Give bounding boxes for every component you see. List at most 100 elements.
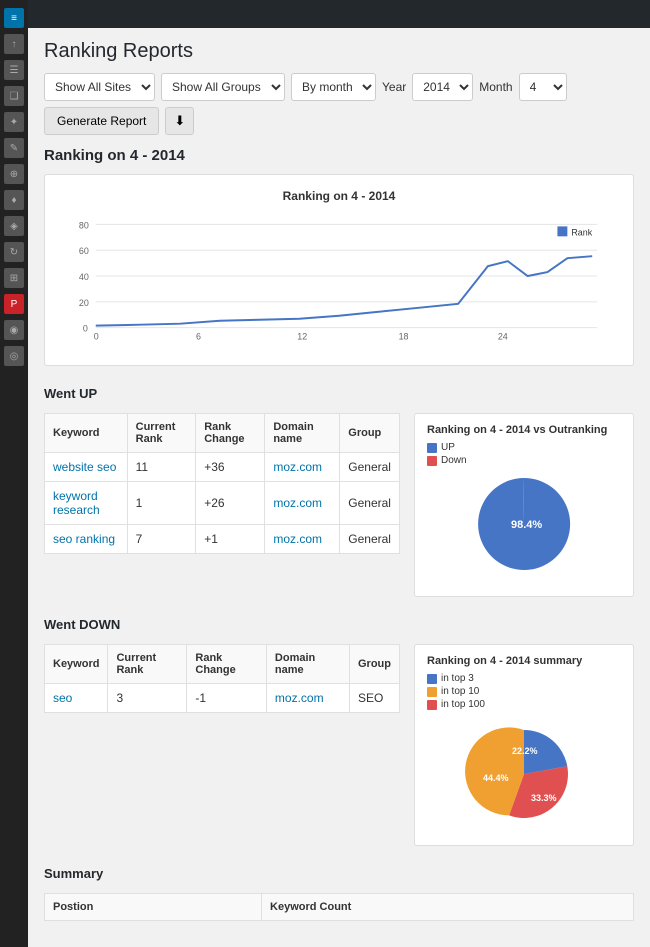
legend-down-label: Down	[441, 455, 467, 466]
sidebar-icon-pages[interactable]: ❏	[4, 86, 24, 106]
cell-change: -1	[187, 684, 267, 713]
pie-summary-col: Ranking on 4 - 2014 summary in top 3 in …	[414, 644, 634, 846]
sidebar-icon-diamond[interactable]: ♦	[4, 190, 24, 210]
cell-domain: moz.com	[266, 684, 349, 713]
summary-table: Postion Keyword Count	[44, 893, 634, 921]
sidebar-icon-circle[interactable]: ◉	[4, 320, 24, 340]
cell-change: +1	[196, 525, 265, 554]
cell-domain: moz.com	[265, 482, 340, 525]
col-domain-down: Domain name	[266, 645, 349, 684]
svg-text:6: 6	[196, 332, 201, 342]
sidebar-icon-edit[interactable]: ✎	[4, 138, 24, 158]
cell-rank: 3	[108, 684, 187, 713]
sidebar-icon-user[interactable]: ◈	[4, 216, 24, 236]
cell-domain: moz.com	[265, 525, 340, 554]
went-down-table-col: Keyword Current Rank Rank Change Domain …	[44, 644, 400, 846]
svg-text:60: 60	[79, 246, 89, 256]
sidebar-icon-menu[interactable]: ☰	[4, 60, 24, 80]
svg-text:40: 40	[79, 272, 89, 282]
legend-top100-dot	[427, 700, 437, 710]
table-row: seo ranking 7 +1 moz.com General	[45, 525, 400, 554]
cell-keyword: website seo	[45, 453, 128, 482]
went-up-section: Went UP Keyword Current Rank Rank Change…	[44, 380, 634, 597]
line-chart-svg: 80 60 40 20 0 0 6 12 18 24	[61, 211, 617, 351]
went-down-header-row: Keyword Current Rank Rank Change Domain …	[45, 645, 400, 684]
col-current-rank-up: Current Rank	[127, 414, 196, 453]
went-down-table: Keyword Current Rank Rank Change Domain …	[44, 644, 400, 713]
svg-text:0: 0	[94, 332, 99, 342]
download-button[interactable]: ⬇	[165, 107, 194, 135]
legend-top100-label: in top 100	[441, 699, 485, 710]
cell-change: +26	[196, 482, 265, 525]
svg-text:0: 0	[83, 324, 88, 334]
col-position: Postion	[45, 894, 262, 921]
pie-summary-title: Ranking on 4 - 2014 summary	[427, 655, 621, 667]
cell-group: General	[340, 453, 400, 482]
sidebar-icon-tools[interactable]: ↻	[4, 242, 24, 262]
cell-rank: 11	[127, 453, 196, 482]
legend-down-dot	[427, 456, 437, 466]
pie-top3-pct: 22.2%	[512, 746, 538, 756]
legend-top10-label: in top 10	[441, 686, 479, 697]
rank-line	[96, 256, 592, 326]
svg-text:80: 80	[79, 220, 89, 230]
cell-group: SEO	[349, 684, 399, 713]
svg-text:12: 12	[297, 332, 307, 342]
legend-top10-dot	[427, 687, 437, 697]
went-up-table-col: Keyword Current Rank Rank Change Domain …	[44, 413, 400, 597]
legend-up-item: UP	[427, 442, 621, 453]
site-select[interactable]: Show All Sites	[44, 73, 155, 101]
generate-button[interactable]: Generate Report	[44, 107, 159, 135]
pie-up-legend: UP Down	[427, 442, 621, 466]
col-keyword-up: Keyword	[45, 414, 128, 453]
sidebar-icon-home[interactable]: ≡	[4, 8, 24, 28]
svg-text:20: 20	[79, 298, 89, 308]
col-group-down: Group	[349, 645, 399, 684]
went-up-title: Went UP	[44, 380, 634, 405]
svg-text:24: 24	[498, 332, 508, 342]
summary-header-row: Postion Keyword Count	[45, 894, 634, 921]
report-section-title: Ranking on 4 - 2014	[44, 147, 634, 164]
cell-group: General	[340, 525, 400, 554]
sidebar-icon-star[interactable]: ✦	[4, 112, 24, 132]
legend-top3-item: in top 3	[427, 673, 621, 684]
sidebar-icon-ring[interactable]: ◎	[4, 346, 24, 366]
month-label: Month	[479, 80, 512, 94]
cell-keyword: seo	[45, 684, 108, 713]
summary-section: Summary Postion Keyword Count	[44, 860, 634, 921]
month-select[interactable]: 4 123 567 8910 1112	[519, 73, 567, 101]
legend-up-label: UP	[441, 442, 455, 453]
sidebar-icon-grid[interactable]: ⊞	[4, 268, 24, 288]
col-keyword-down: Keyword	[45, 645, 108, 684]
main-wrap: Ranking Reports Show All Sites Show All …	[28, 0, 650, 947]
pie-summary-legend: in top 3 in top 10 in top 100	[427, 673, 621, 710]
pie-summary-svg: 22.2% 33.3% 44.4%	[459, 716, 589, 831]
sidebar-icon-add[interactable]: ⊕	[4, 164, 24, 184]
year-select[interactable]: 2014 2013	[412, 73, 473, 101]
cell-rank: 1	[127, 482, 196, 525]
col-domain-up: Domain name	[265, 414, 340, 453]
chart-card: Ranking on 4 - 2014 80 60 40 20 0	[44, 174, 634, 366]
cell-group: General	[340, 482, 400, 525]
went-up-header-row: Keyword Current Rank Rank Change Domain …	[45, 414, 400, 453]
period-select[interactable]: By month By week By day	[291, 73, 376, 101]
toolbar: Show All Sites Show All Groups By month …	[44, 73, 634, 135]
sidebar-icon-arrow[interactable]: ↑	[4, 34, 24, 54]
pie-summary-card: Ranking on 4 - 2014 summary in top 3 in …	[414, 644, 634, 846]
col-rank-change-up: Rank Change	[196, 414, 265, 453]
summary-title: Summary	[44, 860, 634, 885]
sidebar-icon-pinterest[interactable]: P	[4, 294, 24, 314]
pie-up-card: Ranking on 4 - 2014 vs Outranking UP Dow…	[414, 413, 634, 597]
pie-top10-pct: 44.4%	[483, 773, 509, 783]
chart-title: Ranking on 4 - 2014	[61, 189, 617, 203]
cell-keyword: keyword research	[45, 482, 128, 525]
legend-up-dot	[427, 443, 437, 453]
col-current-rank-down: Current Rank	[108, 645, 187, 684]
pie-top100-pct: 33.3%	[531, 793, 557, 803]
went-up-two-col: Keyword Current Rank Rank Change Domain …	[44, 413, 634, 597]
group-select[interactable]: Show All Groups	[161, 73, 285, 101]
cell-change: +36	[196, 453, 265, 482]
legend-top100-item: in top 100	[427, 699, 621, 710]
cell-rank: 7	[127, 525, 196, 554]
went-down-two-col: Keyword Current Rank Rank Change Domain …	[44, 644, 634, 846]
